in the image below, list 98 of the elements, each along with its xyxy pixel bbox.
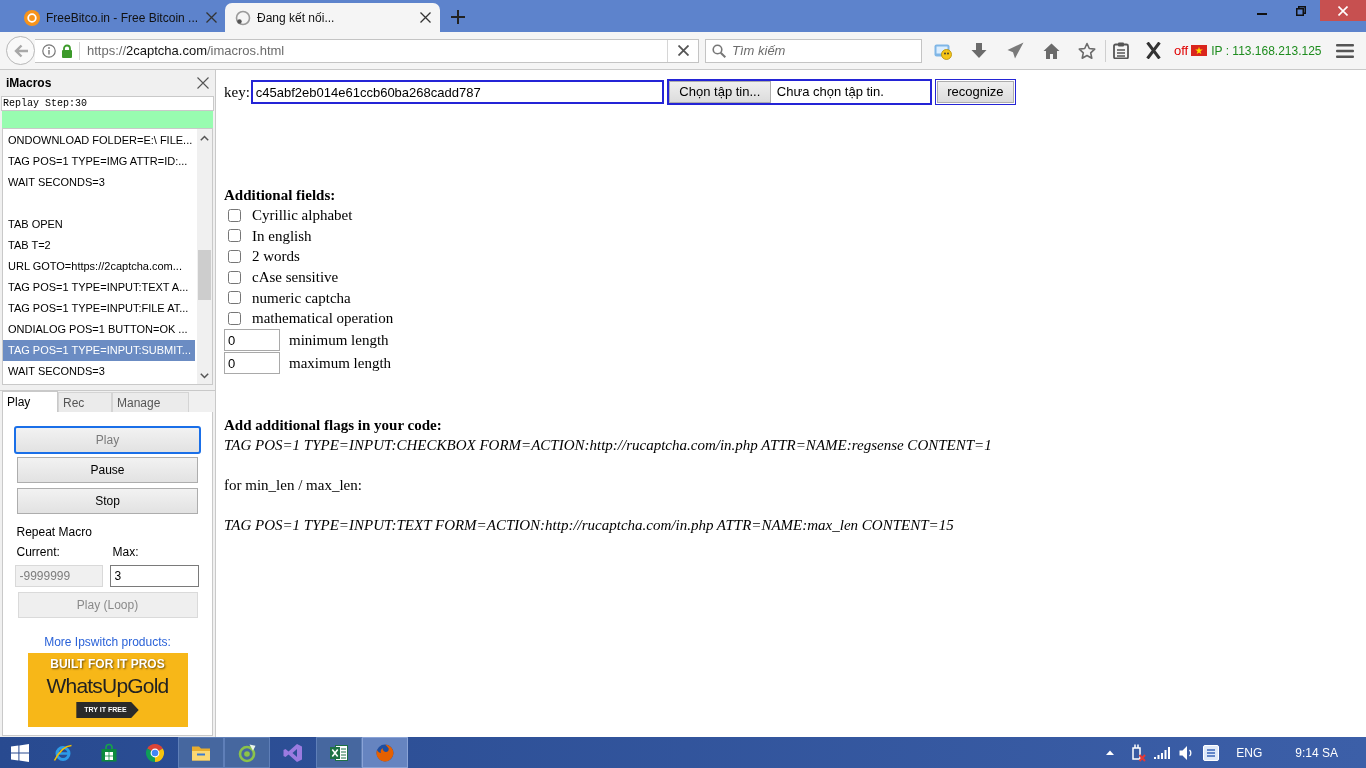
proxy-status: off (1174, 41, 1189, 60)
address-field[interactable]: https://2captcha.com/imacros.html (35, 38, 699, 63)
checkbox[interactable] (228, 311, 241, 325)
checkbox-label: 2 words (252, 247, 300, 267)
close-icon (1338, 5, 1348, 16)
menu-icon[interactable] (1336, 43, 1354, 58)
close-icon[interactable] (197, 77, 209, 89)
spreadsheet-icon[interactable] (329, 742, 349, 763)
close-icon[interactable] (420, 12, 431, 23)
shopping-bag-icon[interactable] (99, 742, 119, 763)
language-indicator[interactable]: ENG (1236, 743, 1263, 762)
taskbar-button[interactable] (178, 737, 224, 768)
restore-icon[interactable] (1296, 5, 1306, 16)
section-heading: Additional fields: (224, 186, 336, 205)
checkbox-label: Cyrillic alphabet (252, 206, 353, 226)
field-label: minimum length (289, 331, 389, 351)
panel-tab[interactable]: Manage (112, 392, 189, 412)
macro-line[interactable]: ONDOWNLOAD FOLDER=E:\ FILE... (3, 130, 195, 151)
search-field[interactable]: Tìm kiếm (705, 38, 922, 63)
checkbox-label: numeric captcha (252, 288, 351, 308)
checkbox-label: mathematical operation (252, 309, 394, 329)
flag-icon (1191, 45, 1208, 56)
number-field[interactable]: 0 (224, 352, 280, 375)
field-label: Max: (112, 545, 139, 559)
checkbox[interactable] (228, 208, 241, 222)
ip-address: IP : 113.168.213.125 (1211, 42, 1322, 60)
ring-orbit-icon[interactable] (53, 742, 73, 763)
checkbox[interactable] (228, 270, 241, 284)
browser-tab[interactable]: FreeBitco.in - Free Bitcoin ... (16, 3, 225, 32)
section-heading: Add additional flags in your code: (224, 415, 442, 435)
macro-line[interactable]: WAIT SECONDS=3 (3, 172, 195, 193)
search-icon (712, 43, 726, 58)
windows-icon[interactable] (11, 743, 29, 762)
control-button[interactable]: Stop (17, 488, 198, 514)
macro-line[interactable]: URL GOTO=https://2captcha.com... (3, 256, 195, 277)
macro-line[interactable]: ONDIALOG POS=1 BUTTON=OK ... (3, 319, 195, 340)
choose-file-button[interactable]: Chọn tập tin... (668, 81, 771, 103)
banner-headline: BUILT FOR IT PROS (50, 656, 165, 672)
checkbox[interactable] (228, 250, 241, 263)
field-label: Current: (16, 545, 60, 559)
code-snippet: TAG POS=1 TYPE=INPUT:TEXT FORM=ACTION:http://rucaptcha.com/in.php ATTR=NAME:max_len CONTENT=15 (224, 515, 954, 535)
signal-icon[interactable] (1154, 746, 1171, 759)
section-label: Repeat Macro (16, 524, 92, 540)
close-button[interactable] (1320, 0, 1366, 21)
code-snippet: TAG POS=1 TYPE=INPUT:CHECKBOX FORM=ACTION:http://rucaptcha.com/in.php ATTR=NAME:regsense CONTENT=1 (224, 435, 992, 455)
file-status: Chưa chọn tập tin. (776, 83, 884, 101)
macro-line[interactable]: WAIT SECONDS=3 (3, 361, 195, 382)
macro-line[interactable]: TAG POS=1 TYPE=INPUT:FILE AT... (3, 298, 195, 319)
checkbox-label: In english (252, 226, 312, 246)
search-input[interactable]: Tìm kiếm (732, 39, 921, 62)
cross-icon[interactable] (1145, 42, 1161, 59)
clock[interactable]: 9:14 SA (1295, 743, 1338, 762)
chevron-up-icon[interactable] (200, 134, 209, 141)
input-method-icon[interactable] (1203, 744, 1220, 761)
lock-icon[interactable] (61, 43, 73, 58)
recognize-button[interactable]: recognize (934, 79, 1016, 105)
promo-link[interactable]: More Ipswitch products: (44, 634, 171, 650)
field-label: key: (224, 83, 250, 102)
replay-status: Replay Step:30 (1, 96, 214, 111)
banner-logo-text: WhatsUpGold (46, 674, 169, 698)
star-icon[interactable] (1078, 41, 1096, 60)
plus-icon[interactable] (450, 9, 466, 25)
scrollbar-thumb[interactable] (198, 250, 211, 300)
macro-line[interactable]: TAB T=2 (3, 235, 195, 256)
taskbar-button[interactable] (362, 737, 408, 768)
macro-line[interactable]: TAB OPEN (3, 214, 195, 235)
file-picker[interactable]: Chọn tập tin... Chưa chọn tập tin. (666, 79, 932, 105)
taskbar-button[interactable] (224, 737, 270, 768)
chevron-up-icon[interactable] (1106, 750, 1115, 755)
number-field[interactable]: 3 (109, 565, 199, 587)
field-label: maximum length (289, 354, 392, 374)
checkbox[interactable] (228, 229, 241, 243)
checkbox[interactable] (228, 291, 241, 305)
scrollbar[interactable] (197, 129, 212, 384)
chevron-down-icon[interactable] (200, 372, 209, 379)
segmented-circle-icon[interactable] (145, 742, 165, 763)
clipboard-icon[interactable] (1113, 42, 1129, 59)
ring-icon[interactable] (237, 742, 257, 763)
panel-tab[interactable]: Play (2, 391, 58, 412)
browser-tab[interactable]: Đang kết nối... (225, 3, 440, 32)
home-icon[interactable] (1042, 42, 1060, 59)
back-arrow-icon (12, 42, 29, 59)
instruction-text: for min_len / max_len: (224, 475, 362, 495)
macro-line[interactable]: TAG POS=1 TYPE=INPUT:TEXT A... (3, 277, 195, 298)
download-icon[interactable] (971, 42, 987, 59)
key-field[interactable]: c45abf2eb014e61ccb60ba268cadd787 (250, 80, 664, 104)
plug-icon[interactable] (1130, 743, 1147, 762)
number-field[interactable]: 0 (224, 329, 280, 352)
paper-plane-icon[interactable] (1006, 42, 1024, 59)
control-button[interactable]: Pause (17, 457, 198, 483)
macro-line[interactable]: TAG POS=1 TYPE=IMG ATTR=ID:... (3, 151, 195, 172)
panel-tab[interactable]: Rec (58, 392, 112, 412)
info-icon[interactable] (42, 43, 56, 58)
taskbar-button[interactable] (316, 737, 362, 768)
panel-title: iMacros (6, 75, 52, 92)
checkbox-label: cAse sensitive (252, 268, 339, 288)
ribbon-icon[interactable] (283, 742, 303, 763)
close-icon[interactable] (678, 45, 689, 56)
